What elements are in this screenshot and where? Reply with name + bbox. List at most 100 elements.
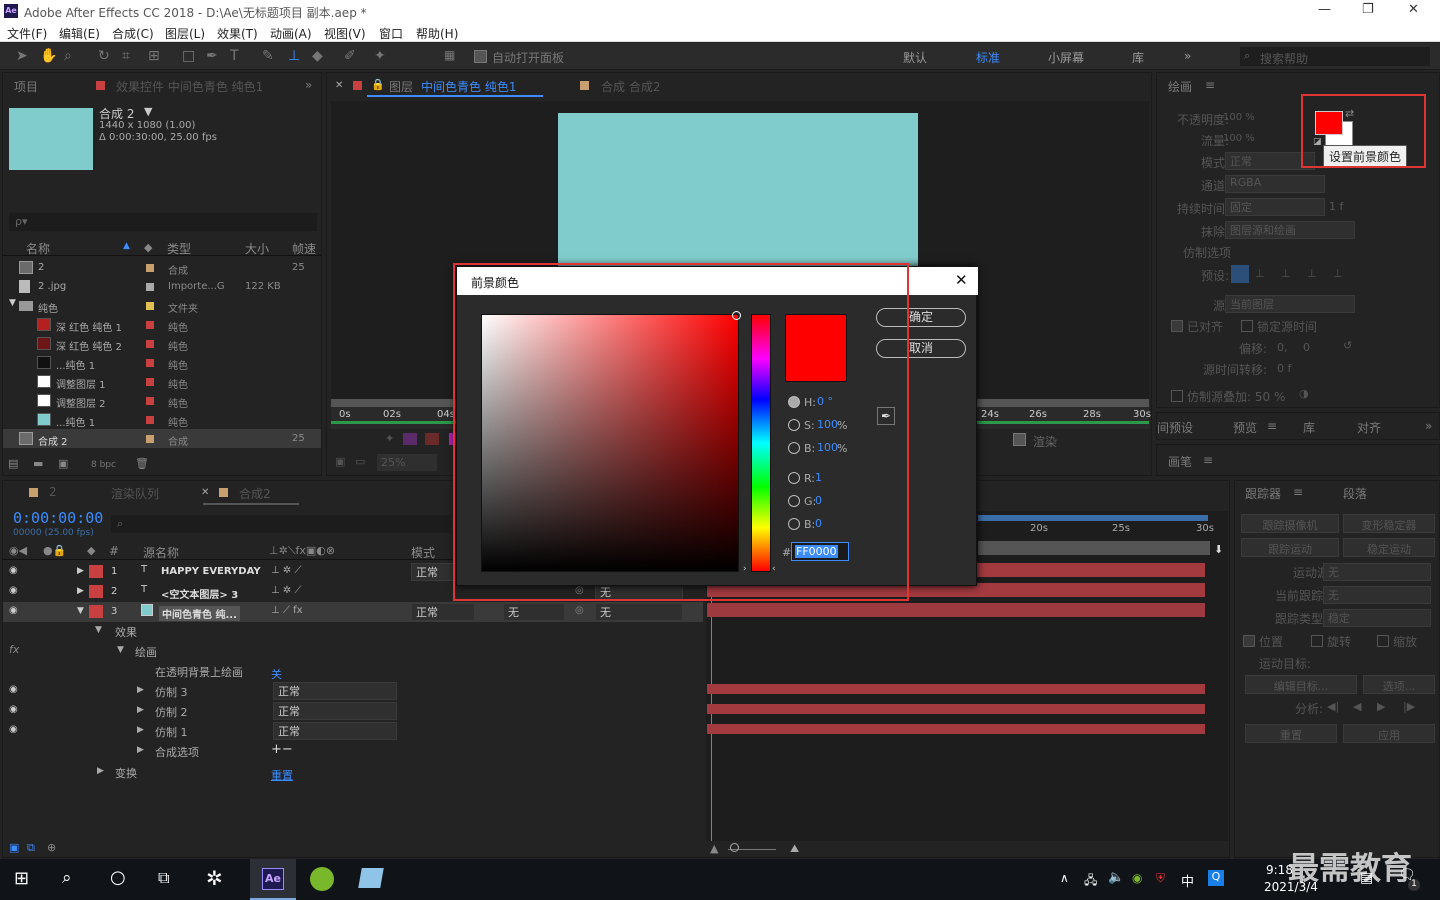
zoom-knob[interactable] bbox=[730, 843, 739, 852]
project-list-item[interactable]: ...纯色 1 纯色 bbox=[3, 410, 321, 429]
tray-expand-icon[interactable]: ∧ bbox=[1060, 871, 1069, 885]
zoom-dropdown[interactable]: 25% bbox=[377, 454, 437, 471]
hand-tool-icon[interactable]: ✋ bbox=[40, 48, 57, 64]
opacity-value[interactable]: 100 % bbox=[1223, 112, 1255, 123]
project-search-input[interactable]: ρ▾ bbox=[9, 213, 317, 231]
layer-expand-icon[interactable]: ▶ bbox=[77, 566, 84, 576]
help-search-input[interactable]: ⌕ 搜索帮助 bbox=[1240, 47, 1430, 66]
camera-tool-icon[interactable]: ⌗ bbox=[122, 48, 130, 64]
clone-mode-dropdown[interactable]: 正常 bbox=[273, 682, 397, 700]
layer-name[interactable]: 中间色青色 纯... bbox=[159, 606, 240, 621]
snapshot-icon[interactable]: ▣ bbox=[335, 455, 345, 468]
layer-name[interactable]: HAPPY EVERYDAY bbox=[161, 566, 261, 577]
tab-paragraph[interactable]: 段落 bbox=[1343, 485, 1367, 502]
comp-range-bar[interactable] bbox=[978, 541, 1210, 555]
channel-dropdown[interactable]: RGBA bbox=[1225, 175, 1325, 193]
effects-expand-icon[interactable]: ▼ bbox=[95, 625, 102, 635]
rotation-checkbox[interactable] bbox=[1311, 635, 1323, 647]
project-list-item[interactable]: 合成 2 合成 25 bbox=[3, 429, 321, 448]
duration-frames[interactable]: 1 f bbox=[1329, 200, 1343, 213]
layer-expand-icon[interactable]: ▶ bbox=[77, 586, 84, 596]
menu-effect[interactable]: 效果(T) bbox=[217, 25, 258, 42]
brush-menu-icon[interactable]: ≡ bbox=[1203, 453, 1213, 467]
label-color-tag[interactable] bbox=[146, 264, 154, 272]
timeline-search-input[interactable]: ⌕ bbox=[111, 515, 451, 533]
label-color-tag[interactable] bbox=[146, 340, 154, 348]
label-col-icon[interactable]: ◆ bbox=[144, 241, 152, 254]
visibility-eye-icon[interactable]: ◉ bbox=[9, 605, 18, 616]
visibility-eye-icon[interactable]: ◉ bbox=[9, 704, 18, 715]
label-color-tag[interactable] bbox=[146, 302, 154, 310]
project-list-item[interactable]: ...纯色 1 纯色 bbox=[3, 353, 321, 372]
preview-menu-icon[interactable]: ≡ bbox=[1267, 419, 1277, 433]
notification-icon[interactable]: ▤ bbox=[1360, 870, 1373, 886]
layer-row[interactable]: ◉ ▼ 3 中间色青色 纯... ⊥ ⟋ fx 正常 无 ◎ 无 bbox=[3, 602, 703, 622]
tab-project[interactable]: 项目 bbox=[14, 78, 38, 95]
zoom-slider[interactable]: ▲ ⛰ bbox=[710, 842, 830, 856]
clone-mode-dropdown[interactable]: 正常 bbox=[273, 722, 397, 740]
track-type-dropdown[interactable]: 稳定 bbox=[1323, 609, 1431, 627]
layer-label-tag[interactable] bbox=[89, 605, 103, 618]
col-source-name[interactable]: 源名称 bbox=[143, 544, 179, 561]
motion-source-dropdown[interactable]: 无 bbox=[1323, 563, 1431, 581]
green-app-icon[interactable] bbox=[310, 867, 334, 891]
layer-label-tag[interactable] bbox=[89, 565, 103, 578]
analyze-next-icon[interactable]: |▶ bbox=[1403, 700, 1415, 713]
paint-expand-icon[interactable]: ▼ bbox=[117, 645, 124, 655]
menu-window[interactable]: 窗口 bbox=[379, 25, 403, 42]
tab-render-queue[interactable]: 渲染队列 bbox=[111, 485, 159, 502]
zoom-out-icon[interactable]: ▲ bbox=[710, 842, 718, 855]
paint-panel-menu-icon[interactable]: ≡ bbox=[1205, 78, 1215, 92]
offset-x[interactable]: 0, bbox=[1277, 341, 1288, 354]
comp-dropdown-icon[interactable]: ▼ bbox=[144, 105, 152, 118]
tab-brush[interactable]: 画笔 bbox=[1168, 453, 1192, 470]
puppet-icon[interactable]: ✦ bbox=[385, 432, 394, 445]
tracker-reset-button[interactable]: 重置 bbox=[1245, 724, 1337, 743]
security-icon[interactable]: ⛨ bbox=[1156, 871, 1165, 886]
analyze-back-icon[interactable]: ◀| bbox=[1327, 700, 1339, 713]
tab-comp-2[interactable]: 2 bbox=[49, 485, 57, 499]
tab-align[interactable]: 对齐 bbox=[1357, 419, 1381, 436]
workspace-default[interactable]: 默认 bbox=[903, 49, 927, 66]
close-timeline-tab-icon[interactable]: ✕ bbox=[201, 487, 209, 498]
maximize-button[interactable]: ❐ bbox=[1362, 2, 1374, 17]
visibility-eye-icon[interactable]: ◉ bbox=[9, 565, 18, 576]
current-timecode[interactable]: 0:00:00:00 bbox=[13, 509, 103, 527]
project-list-item[interactable]: 深 红色 纯色 2 纯色 bbox=[3, 334, 321, 353]
pinwheel-app-icon[interactable]: ✲ bbox=[206, 866, 223, 890]
composite-expand-icon[interactable]: ▶ bbox=[137, 745, 144, 755]
reset-offset-icon[interactable]: ↺ bbox=[1343, 339, 1352, 352]
type-tool-icon[interactable]: T bbox=[230, 48, 239, 64]
comp-marker-icon[interactable]: ⬇ bbox=[1214, 543, 1223, 556]
grid-toggle-icon[interactable]: ▦ bbox=[444, 48, 455, 62]
menu-help[interactable]: 帮助(H) bbox=[416, 25, 458, 42]
clone-bar-2[interactable] bbox=[707, 704, 1205, 714]
rectangle-tool-icon[interactable]: □ bbox=[182, 48, 195, 64]
windows-start-icon[interactable]: ⊞ bbox=[14, 868, 29, 889]
tracker-menu-icon[interactable]: ≡ bbox=[1293, 485, 1303, 499]
tab-comp[interactable]: 合成 合成2 bbox=[601, 78, 660, 95]
time-shift-value[interactable]: 0 f bbox=[1277, 362, 1291, 375]
project-list-item[interactable]: 2 .jpg Importe...G 122 KB bbox=[3, 277, 321, 296]
composite-add-remove[interactable]: +− bbox=[271, 742, 293, 757]
view-mode-b-icon[interactable] bbox=[425, 433, 439, 445]
close-tab-icon[interactable]: ✕ bbox=[335, 80, 343, 91]
expand-panes-icon[interactable]: ⊕ bbox=[47, 841, 56, 854]
label-color-tag[interactable] bbox=[146, 397, 154, 405]
layer-label-tag[interactable] bbox=[89, 585, 103, 598]
panel-more-icon[interactable]: » bbox=[305, 78, 312, 92]
track-matte-dropdown[interactable]: 无 bbox=[503, 603, 565, 621]
clone-expand-icon[interactable]: ▶ bbox=[137, 725, 144, 735]
layer-expand-icon[interactable]: ▼ bbox=[77, 606, 84, 616]
col-mode[interactable]: 模式 bbox=[411, 544, 435, 561]
label-color-tag[interactable] bbox=[146, 283, 154, 291]
track-camera-button[interactable]: 跟踪摄像机 bbox=[1241, 514, 1339, 533]
label-color-tag[interactable] bbox=[146, 359, 154, 367]
menu-view[interactable]: 视图(V) bbox=[324, 25, 366, 42]
visibility-eye-icon[interactable]: ◉ bbox=[9, 724, 18, 735]
volume-icon[interactable]: 🔈 bbox=[1108, 870, 1124, 885]
duration-dropdown[interactable]: 固定 bbox=[1225, 198, 1325, 216]
workspace-small-screen[interactable]: 小屏幕 bbox=[1048, 49, 1084, 66]
render-checkbox[interactable] bbox=[1013, 433, 1026, 446]
source-dropdown[interactable]: 当前图层 bbox=[1225, 295, 1355, 313]
